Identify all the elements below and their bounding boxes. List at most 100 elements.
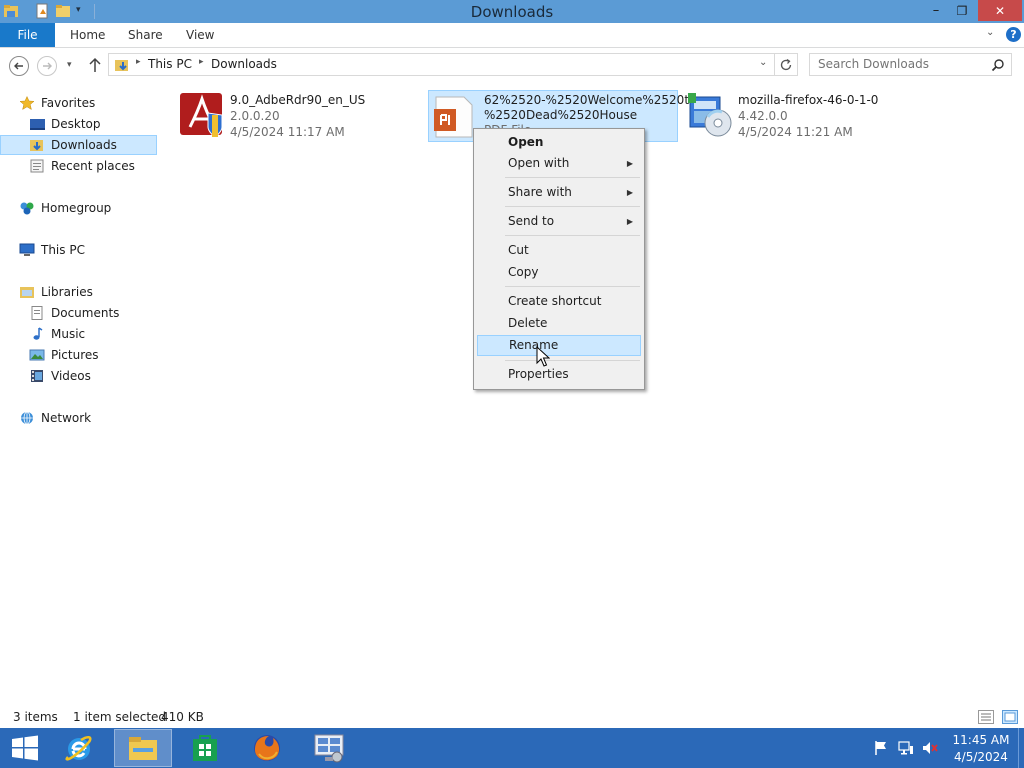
menu-separator [505,360,640,361]
search-icon[interactable] [991,58,1005,72]
breadcrumb-chevron-icon[interactable]: ▸ [136,57,141,67]
menu-separator [505,177,640,178]
pictures-icon [29,349,45,361]
large-icons-view-icon[interactable] [1002,710,1018,724]
nav-item-downloads[interactable]: Downloads [29,136,149,155]
nav-label: Videos [51,369,91,383]
search-input[interactable] [818,57,988,71]
network-status-icon[interactable] [898,740,914,756]
videos-icon [31,370,43,382]
menu-item-create-shortcut[interactable]: Create shortcut [477,291,641,312]
menu-item-delete[interactable]: Delete [477,313,641,334]
restore-button[interactable]: ❐ [950,0,974,21]
file-name-line2: %2520Dead%2520House [484,108,638,122]
nav-item-homegroup[interactable]: Homegroup [19,199,149,218]
nav-item-network[interactable]: Network [19,409,149,428]
nav-item-desktop[interactable]: Desktop [29,115,149,134]
nav-item-music[interactable]: Music [29,325,149,344]
status-bar: 3 items 1 item selected 410 KB [0,706,1024,728]
menu-item-properties[interactable]: Properties [477,364,641,385]
file-date: 4/5/2024 11:21 AM [738,125,853,139]
action-center-flag-icon[interactable] [873,740,889,756]
taskbar-internet-explorer[interactable] [50,729,108,767]
file-date: 4/5/2024 11:17 AM [230,125,345,139]
menu-label: Open with [508,156,570,170]
nav-label: Desktop [51,117,101,131]
file-version: 4.42.0.0 [738,109,788,123]
status-item-count: 3 items [13,710,58,724]
menu-label: Delete [508,316,548,330]
breadcrumb-this-pc[interactable]: This PC [148,57,192,71]
windows-logo-icon [12,735,38,761]
show-desktop-button[interactable] [1018,728,1024,768]
tab-view[interactable]: View [186,23,214,47]
nav-item-favorites[interactable]: Favorites [19,94,149,113]
menu-label: Rename [509,338,559,352]
file-item-adobe-reader[interactable]: 9.0_AdbeRdr90_en_US 2.0.0.20 4/5/2024 11… [178,91,418,143]
nav-label: Network [41,411,92,425]
status-size: 410 KB [161,710,204,724]
help-icon[interactable]: ? [1006,27,1021,42]
window-title: Downloads [470,3,554,21]
start-button[interactable] [0,729,50,767]
close-button[interactable]: ✕ [978,0,1022,21]
nav-item-recent-places[interactable]: Recent places [29,157,149,176]
nav-label: Downloads [51,138,117,152]
menu-item-copy[interactable]: Copy [477,262,641,283]
taskbar-time[interactable]: 11:45 AM [946,733,1016,747]
nav-item-videos[interactable]: Videos [29,367,149,386]
breadcrumb-chevron-icon[interactable]: ▸ [199,57,204,67]
menu-label: Send to [508,214,555,228]
menu-item-cut[interactable]: Cut [477,240,641,261]
documents-icon [31,306,43,320]
menu-label: Open [508,135,544,149]
menu-item-rename[interactable]: Rename [477,335,641,356]
taskbar-server-manager[interactable] [300,729,358,767]
recent-locations-icon[interactable]: ▾ [67,60,72,70]
menu-item-send-to[interactable]: Send to ▶ [477,211,641,232]
adobe-reader-installer-icon [180,93,223,138]
details-view-icon[interactable] [978,710,994,724]
separator [774,54,775,75]
nav-label: Homegroup [41,201,112,215]
network-icon [21,411,33,425]
search-box[interactable] [809,53,1012,76]
computer-icon [19,243,35,256]
status-selection: 1 item selected [73,710,167,724]
tab-file[interactable]: File [0,23,55,47]
menu-item-open[interactable]: Open [477,132,641,153]
file-name-line1: 62%2520-%2520Welcome%2520to [484,93,697,107]
taskbar-file-explorer[interactable] [114,729,172,767]
nav-label: Libraries [41,285,93,299]
nav-item-documents[interactable]: Documents [29,304,149,323]
back-button[interactable] [9,56,29,76]
menu-item-share-with[interactable]: Share with ▶ [477,182,641,203]
file-item-firefox[interactable]: mozilla-firefox-46-0-1-0 4.42.0.0 4/5/20… [686,91,926,143]
music-icon [33,327,43,340]
tab-share[interactable]: Share [128,23,163,47]
star-icon [19,96,35,110]
minimize-button[interactable]: – [925,0,947,21]
menu-item-open-with[interactable]: Open with ▶ [477,153,641,174]
taskbar-date[interactable]: 4/5/2024 [946,750,1016,764]
nav-item-pictures[interactable]: Pictures [29,346,149,365]
taskbar-store[interactable] [176,729,234,767]
taskbar-firefox[interactable] [238,729,296,767]
up-arrow-icon[interactable] [88,57,102,73]
tab-home[interactable]: Home [70,23,105,47]
nav-item-libraries[interactable]: Libraries [19,283,149,302]
nav-item-this-pc[interactable]: This PC [19,241,149,260]
pdf-file-icon [434,96,473,138]
volume-muted-icon[interactable] [922,740,938,756]
address-dropdown-icon[interactable]: ⌄ [759,57,767,68]
libraries-icon [20,287,34,298]
menu-label: Cut [508,243,529,257]
refresh-icon[interactable] [779,58,793,72]
menu-label: Copy [508,265,539,279]
setup-installer-icon [688,93,732,137]
address-bar[interactable]: ▸ This PC ▸ Downloads ⌄ [108,53,798,76]
expand-ribbon-icon[interactable]: ⌄ [986,27,994,38]
nav-label: This PC [41,243,85,257]
forward-button[interactable] [37,56,57,76]
breadcrumb-downloads[interactable]: Downloads [211,57,277,71]
